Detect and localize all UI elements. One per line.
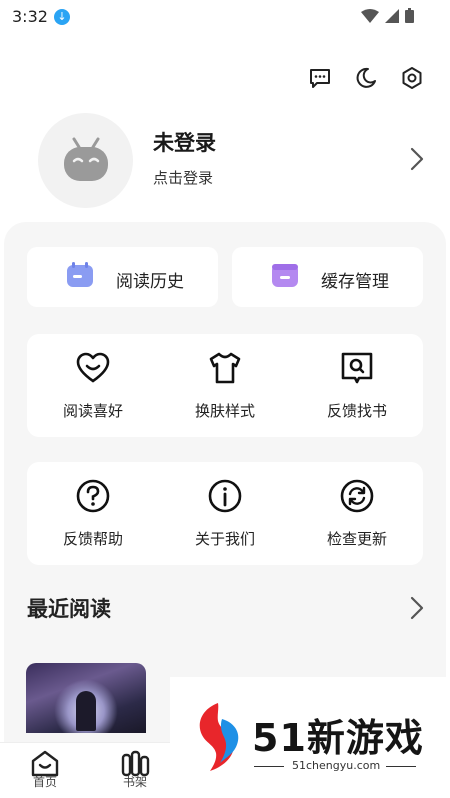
feedback-find-book-button[interactable]: 反馈找书 <box>291 334 423 437</box>
status-time: 3:32 <box>12 7 48 26</box>
recent-book-cover[interactable] <box>26 663 146 733</box>
tab-home-label: 首页 <box>32 775 57 789</box>
login-hint: 点击登录 <box>153 169 214 187</box>
about-us-button[interactable]: 关于我们 <box>159 462 291 565</box>
system-icons <box>361 8 414 23</box>
battery-icon <box>405 8 414 23</box>
tshirt-icon <box>209 352 241 384</box>
info-icon <box>208 479 242 513</box>
site-watermark: 51新游戏 51chengyu.com <box>170 677 450 797</box>
check-update-button[interactable]: 检查更新 <box>291 462 423 565</box>
cache-manage-label: 缓存管理 <box>321 272 389 292</box>
question-icon <box>76 479 110 513</box>
tab-home[interactable]: 首页 <box>0 743 90 798</box>
settings-icon[interactable] <box>400 66 424 90</box>
feedback-find-book-label: 反馈找书 <box>326 402 387 420</box>
wifi-icon <box>361 8 379 23</box>
cover-figure <box>76 691 96 731</box>
book-search-icon <box>341 352 373 384</box>
chevron-right-icon[interactable] <box>410 596 424 620</box>
cache-box-icon <box>272 264 298 287</box>
watermark-url: 51chengyu.com <box>292 759 381 772</box>
about-us-label: 关于我们 <box>194 530 255 548</box>
feedback-help-button[interactable]: 反馈帮助 <box>27 462 159 565</box>
reading-history-button[interactable]: 阅读历史 <box>27 247 218 307</box>
watermark-name: 51新游戏 <box>252 716 424 760</box>
watermark-line-right <box>386 766 416 767</box>
signal-icon <box>385 8 399 23</box>
download-icon: ↓ <box>54 9 70 25</box>
feature-card-1: 阅读喜好 换肤样式 反馈找书 <box>27 334 423 437</box>
cache-manage-button[interactable]: 缓存管理 <box>232 247 423 307</box>
status-bar: 3:32 ↓ <box>0 0 450 34</box>
calendar-icon <box>67 262 93 287</box>
heart-smile-icon <box>76 352 110 383</box>
chevron-right-icon <box>410 147 424 171</box>
night-mode-icon[interactable] <box>354 66 378 90</box>
tab-bookshelf-label: 书架 <box>122 775 147 789</box>
recent-reading-title: 最近阅读 <box>27 597 111 621</box>
message-icon[interactable] <box>308 66 332 90</box>
skin-style-label: 换肤样式 <box>194 402 255 420</box>
top-actions <box>308 66 424 90</box>
avatar <box>38 113 133 208</box>
feature-card-2: 反馈帮助 关于我们 检查更新 <box>27 462 423 565</box>
feedback-help-label: 反馈帮助 <box>62 530 123 548</box>
login-status: 未登录 <box>153 131 216 155</box>
reading-history-label: 阅读历史 <box>116 272 184 292</box>
watermark-logo-icon <box>199 703 239 771</box>
refresh-icon <box>340 479 374 513</box>
skin-style-button[interactable]: 换肤样式 <box>159 334 291 437</box>
watermark-line-left <box>254 766 284 767</box>
reading-preference-label: 阅读喜好 <box>62 402 123 420</box>
check-update-label: 检查更新 <box>326 530 387 548</box>
reading-preference-button[interactable]: 阅读喜好 <box>27 334 159 437</box>
login-profile[interactable]: 未登录 点击登录 <box>38 113 424 208</box>
android-avatar-icon <box>64 137 108 181</box>
tab-bookshelf[interactable]: 书架 <box>90 743 180 798</box>
